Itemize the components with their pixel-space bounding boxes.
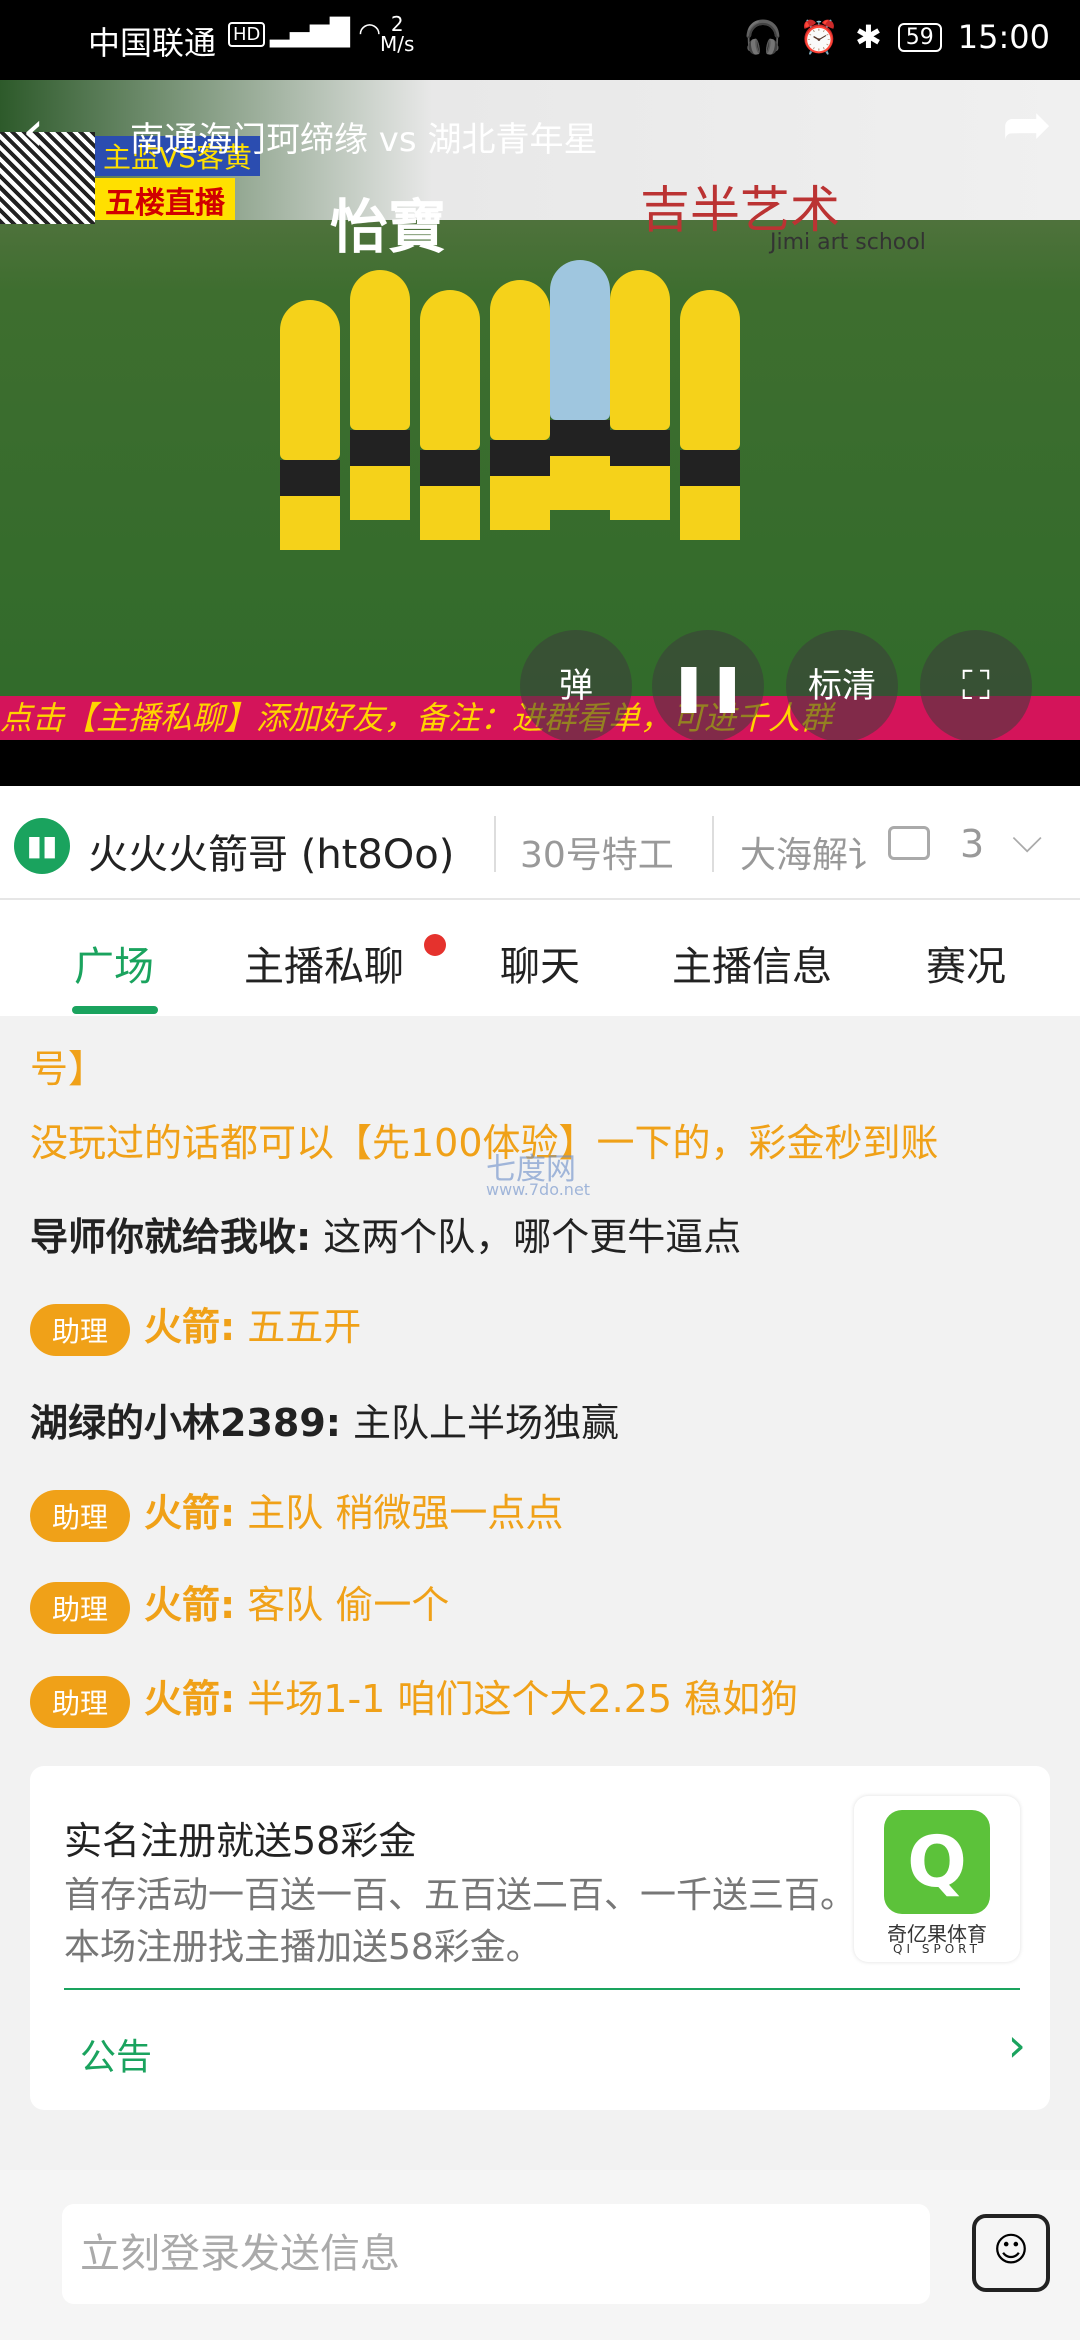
player-figure — [350, 270, 410, 520]
hd-badge: HD — [228, 22, 266, 47]
tab-private-chat[interactable]: 主播私聊 — [244, 934, 404, 992]
pause-icon: ❚❚ — [669, 659, 747, 713]
school-subtext: Jimi art school — [770, 230, 926, 255]
carrier-label: 中国联通 — [88, 24, 217, 62]
live-stats-icon: ▮▮ — [14, 818, 70, 874]
player-figure — [490, 280, 550, 530]
video-bottom-bar — [0, 740, 1080, 786]
chat-message: 湖绿的小林2389: 主队上半场独赢 — [30, 1392, 619, 1447]
chat-text: 半场1-1 咱们这个大2.25 稳如狗 — [235, 1677, 799, 1721]
content-tabs: 广场 主播私聊 聊天 主播信息 赛况 — [0, 900, 1080, 1016]
clock: 15:00 — [957, 18, 1050, 56]
quality-label: 标清 — [808, 666, 876, 706]
chat-text: 主队上半场独赢 — [340, 1401, 620, 1445]
status-bar: 中国联通 HD ▂▄▆█ ◠ 2 M/s 🎧 ⏰ ✱ 59 15:00 — [0, 0, 1080, 80]
chat-username[interactable]: 火箭: — [144, 1491, 235, 1535]
message-input-bar: 立刻登录发送信息 ☺ — [0, 2170, 1080, 2340]
divider — [494, 816, 496, 872]
chevron-right-icon[interactable]: › — [1008, 2018, 1026, 2072]
chat-message: 号】 — [30, 1047, 107, 1091]
chat-username[interactable]: 导师你就给我收: — [30, 1215, 311, 1259]
card-divider — [64, 1988, 1020, 1990]
danmu-label: 弹 — [559, 666, 593, 706]
logo-subtext: QI SPORT — [893, 1942, 981, 1956]
tab-anchor-info[interactable]: 主播信息 — [672, 934, 832, 992]
assistant-badge: 助理 — [30, 1489, 131, 1542]
video-camera-icon — [888, 826, 930, 860]
message-input[interactable]: 立刻登录发送信息 — [62, 2204, 930, 2304]
watermark-url: www.7do.net — [486, 1180, 591, 1199]
assistant-badge: 助理 — [30, 1303, 131, 1356]
chat-text: 主队 稍微强一点点 — [235, 1491, 564, 1535]
video-title: 南通海门珂缔缘 vs 湖北青年星 — [130, 120, 598, 160]
notice-label[interactable]: 公告 — [80, 2028, 152, 2080]
chat-text: 这两个队，哪个更牛逼点 — [311, 1215, 742, 1259]
chat-username[interactable]: 火箭: — [144, 1305, 235, 1349]
chat-message: 助理 火箭: 主队 稍微强一点点 — [30, 1482, 563, 1542]
qr-code-overlay — [0, 132, 95, 224]
pause-button[interactable]: ❚❚ — [652, 630, 764, 742]
player-figure — [280, 300, 340, 550]
announcement-card[interactable]: 实名注册就送58彩金 首存活动一百送一百、五百送二百、一千送三百。本场注册找主播… — [30, 1766, 1050, 2110]
tab-plaza[interactable]: 广场 — [74, 934, 154, 992]
anchor-tab-2[interactable]: 30号特工 — [520, 826, 674, 878]
notification-dot — [424, 934, 446, 956]
share-icon[interactable]: ➦ — [1002, 90, 1052, 160]
anchor-bar: ▮▮ 火火火箭哥 (ht8Oo) 30号特工 大海解讠 3 ⌵ — [0, 786, 1080, 900]
chat-text: 客队 偷一个 — [235, 1583, 450, 1627]
fullscreen-button[interactable]: ⛶ — [920, 630, 1032, 742]
overlay-tag-channel: 五楼直播 — [95, 178, 235, 221]
chat-username[interactable]: 火箭: — [144, 1677, 235, 1721]
players-graphic — [280, 260, 780, 610]
quality-button[interactable]: 标清 — [786, 630, 898, 742]
chat-text: 五五开 — [235, 1305, 362, 1349]
player-figure — [680, 290, 740, 540]
player-figure — [550, 260, 610, 510]
status-right: 🎧 ⏰ ✱ 59 15:00 — [743, 18, 1050, 56]
fullscreen-icon: ⛶ — [962, 663, 990, 709]
player-figure — [610, 270, 670, 520]
chat-username[interactable]: 火箭: — [144, 1583, 235, 1627]
chevron-down-icon[interactable]: ⌵ — [1012, 816, 1042, 862]
chat-username[interactable]: 湖绿的小林2389: — [30, 1401, 341, 1445]
sponsor-text: 怡寶 — [330, 193, 447, 261]
q-logo-icon: Q — [884, 1810, 990, 1914]
assistant-badge: 助理 — [30, 1675, 131, 1728]
chat-message: 助理 火箭: 半场1-1 咱们这个大2.25 稳如狗 — [30, 1668, 798, 1728]
chat-message: 没玩过的话都可以【先100体验】一下的，彩金秒到账 — [30, 1121, 939, 1165]
battery-indicator: 59 — [897, 22, 942, 52]
tab-chat[interactable]: 聊天 — [500, 934, 580, 992]
alarm-icon: ⏰ — [799, 18, 839, 56]
chat-message: 助理 火箭: 客队 偷一个 — [30, 1574, 449, 1634]
divider — [712, 816, 714, 872]
tab-match-status[interactable]: 赛况 — [926, 934, 1006, 992]
back-icon[interactable]: ‹ — [22, 104, 44, 160]
headphones-icon: 🎧 — [743, 18, 784, 56]
sticker-icon[interactable]: ☺ — [972, 2214, 1050, 2292]
sponsor-logo: Q 奇亿果体育 QI SPORT — [854, 1796, 1020, 1962]
bluetooth-icon: ✱ — [854, 18, 882, 56]
danmu-toggle-button[interactable]: 弹 — [520, 630, 632, 742]
card-heading: 实名注册就送58彩金 — [64, 1819, 417, 1863]
network-speed: 2 M/s — [380, 12, 415, 56]
anchor-count: 3 — [960, 822, 985, 866]
anchor-tab-active[interactable]: 火火火箭哥 (ht8Oo) — [88, 822, 454, 880]
assistant-badge: 助理 — [30, 1581, 131, 1634]
tab-active-indicator — [72, 1006, 158, 1014]
card-body: 首存活动一百送一百、五百送二百、一千送三百。本场注册找主播加送58彩金。 — [64, 1875, 857, 1968]
chat-message: 助理 火箭: 五五开 — [30, 1296, 361, 1356]
anchor-tab-3[interactable]: 大海解讠 — [740, 826, 884, 878]
player-figure — [420, 290, 480, 540]
signal-icon: ▂▄▆█ ◠ — [270, 18, 381, 48]
chat-message: 导师你就给我收: 这两个队，哪个更牛逼点 — [30, 1206, 741, 1261]
